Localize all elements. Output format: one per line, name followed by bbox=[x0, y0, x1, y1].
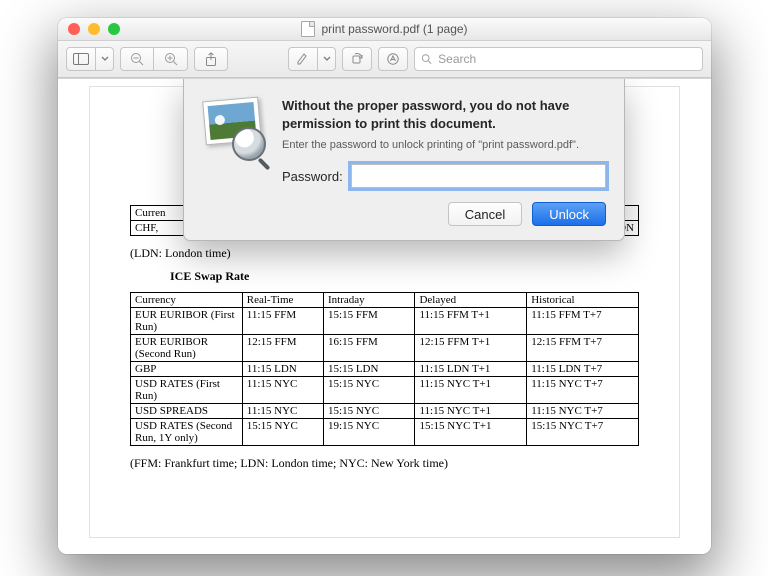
sheet-subtext: Enter the password to unlock printing of… bbox=[282, 138, 606, 152]
share-icon bbox=[205, 52, 217, 66]
search-input[interactable] bbox=[436, 51, 696, 67]
table-row: EUR EURIBOR (Second Run)12:15 FFM16:15 F… bbox=[131, 335, 639, 362]
rotate-button[interactable] bbox=[342, 47, 372, 71]
zoom-group bbox=[120, 47, 188, 71]
sidebar-button[interactable] bbox=[66, 47, 96, 71]
password-input[interactable] bbox=[351, 164, 606, 188]
table-header-row: Currency Real-Time Intraday Delayed Hist… bbox=[131, 293, 639, 308]
window-title: print password.pdf (1 page) bbox=[58, 21, 711, 37]
highlight-button[interactable] bbox=[288, 47, 318, 71]
zoom-in-button[interactable] bbox=[154, 47, 188, 71]
zoom-out-button[interactable] bbox=[120, 47, 154, 71]
window-controls bbox=[68, 23, 120, 35]
toolbar bbox=[58, 41, 711, 78]
preview-app-icon bbox=[202, 97, 266, 161]
highlight-menu-button[interactable] bbox=[318, 47, 336, 71]
rotate-icon bbox=[350, 52, 364, 66]
sidebar-icon bbox=[73, 53, 89, 65]
chevron-down-icon bbox=[323, 56, 331, 62]
window-title-text: print password.pdf (1 page) bbox=[321, 22, 467, 36]
table-row: USD SPREADS11:15 NYC15:15 NYC11:15 NYC T… bbox=[131, 404, 639, 419]
search-field[interactable] bbox=[414, 47, 703, 71]
sheet-body: Without the proper password, you do not … bbox=[282, 97, 606, 226]
password-sheet: Without the proper password, you do not … bbox=[183, 79, 625, 241]
markup-group bbox=[288, 47, 336, 71]
markup-icon bbox=[386, 52, 400, 66]
magnifier-icon bbox=[232, 127, 266, 161]
sheet-heading: Without the proper password, you do not … bbox=[282, 97, 606, 132]
swap-rate-table: Currency Real-Time Intraday Delayed Hist… bbox=[130, 292, 639, 446]
footnote-ldn: (LDN: London time) bbox=[130, 246, 639, 261]
section-title: ICE Swap Rate bbox=[170, 269, 639, 284]
preview-window: print password.pdf (1 page) bbox=[58, 18, 711, 554]
document-icon bbox=[301, 21, 315, 37]
cancel-button[interactable]: Cancel bbox=[448, 202, 522, 226]
sheet-buttons: Cancel Unlock bbox=[282, 202, 606, 226]
document-viewport[interactable]: Curren CHF, LDN (LDN: London time) ICE S… bbox=[58, 78, 711, 554]
table-row: USD RATES (First Run)11:15 NYC15:15 NYC1… bbox=[131, 377, 639, 404]
highlighter-icon bbox=[296, 52, 310, 66]
zoom-out-icon bbox=[130, 52, 144, 66]
table-row: GBP11:15 LDN15:15 LDN11:15 LDN T+111:15 … bbox=[131, 362, 639, 377]
share-button[interactable] bbox=[194, 47, 228, 71]
footnote-ffm: (FFM: Frankfurt time; LDN: London time; … bbox=[130, 456, 639, 471]
unlock-button[interactable]: Unlock bbox=[532, 202, 606, 226]
password-row: Password: bbox=[282, 164, 606, 188]
search-icon bbox=[421, 53, 432, 65]
close-window-button[interactable] bbox=[68, 23, 80, 35]
minimize-window-button[interactable] bbox=[88, 23, 100, 35]
titlebar: print password.pdf (1 page) bbox=[58, 18, 711, 41]
markup-toolbar-button[interactable] bbox=[378, 47, 408, 71]
zoom-window-button[interactable] bbox=[108, 23, 120, 35]
sidebar-menu-button[interactable] bbox=[96, 47, 114, 71]
zoom-in-icon bbox=[164, 52, 178, 66]
password-label: Password: bbox=[282, 169, 343, 184]
table-row: EUR EURIBOR (First Run)11:15 FFM15:15 FF… bbox=[131, 308, 639, 335]
table-row: USD RATES (Second Run, 1Y only)15:15 NYC… bbox=[131, 419, 639, 446]
sidebar-view-group bbox=[66, 47, 114, 71]
chevron-down-icon bbox=[101, 56, 109, 62]
